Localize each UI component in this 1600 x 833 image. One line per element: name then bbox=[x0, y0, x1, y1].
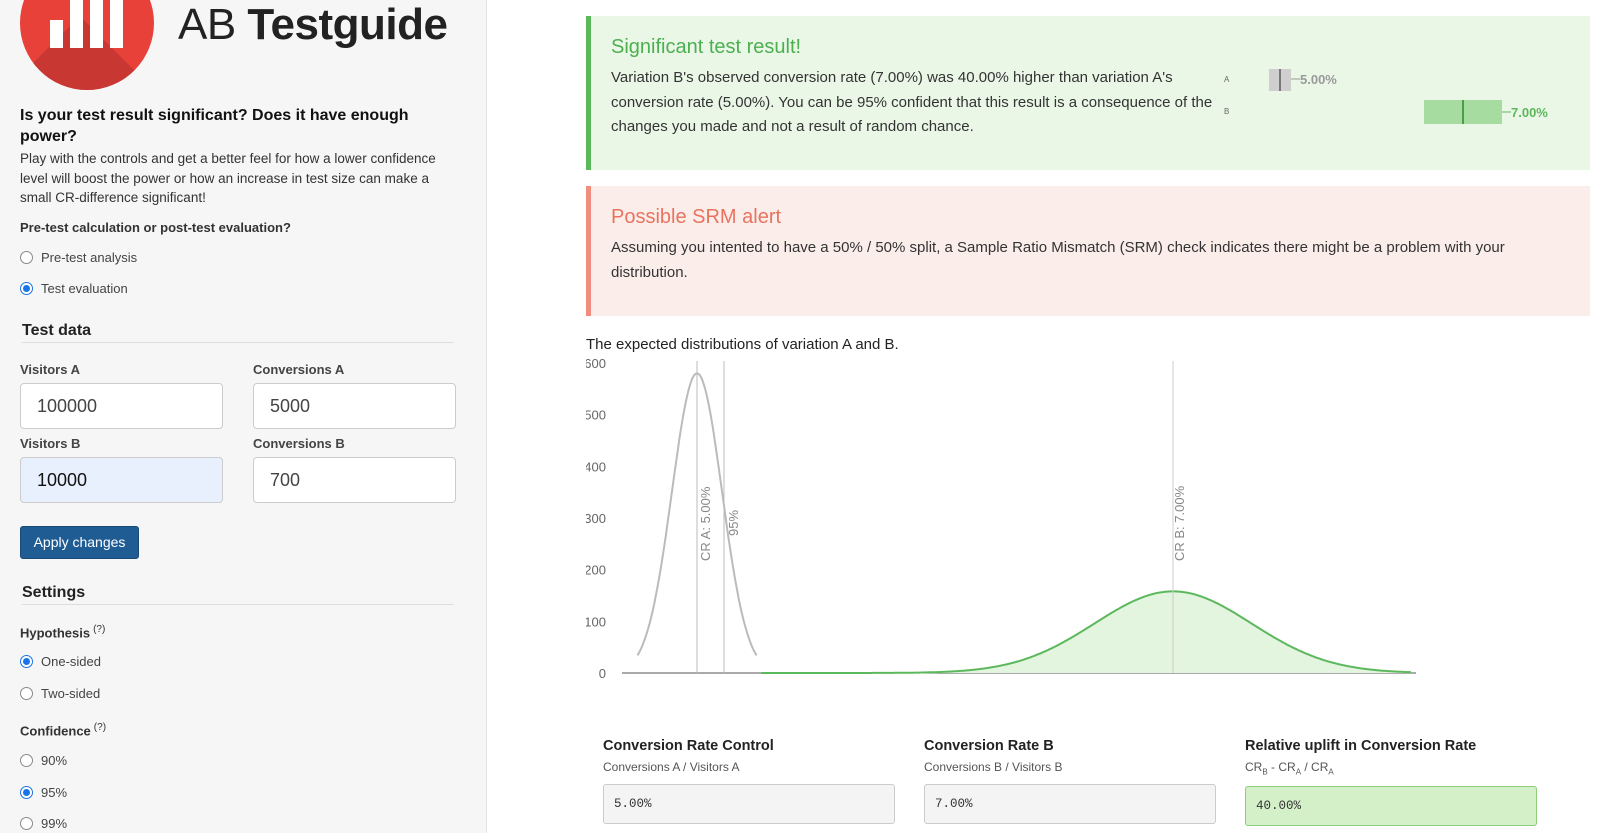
mini-confidence-chart: A 5.00% B 7.00% bbox=[1224, 69, 1548, 124]
mini-label-a: 5.00% bbox=[1300, 72, 1337, 87]
y-tick-label: 600 bbox=[586, 356, 606, 371]
y-axis: 0 100 200 300 400 500 600 bbox=[586, 356, 606, 681]
radio-checked-icon[interactable] bbox=[20, 282, 33, 295]
radio-checked-icon[interactable] bbox=[20, 655, 33, 668]
intro-text: Play with the controls and get a better … bbox=[20, 151, 436, 205]
visitors-a-label: Visitors A bbox=[20, 362, 80, 377]
metric-subtitle: Conversions B / Visitors B bbox=[924, 760, 1063, 774]
test-data-title: Test data bbox=[22, 322, 454, 343]
metric-value-box[interactable]: 5.00% bbox=[603, 784, 895, 824]
mini-row-a-letter: A bbox=[1224, 75, 1230, 84]
hypothesis-label: Hypothesis (?) bbox=[20, 624, 106, 641]
radio-checked-icon[interactable] bbox=[20, 786, 33, 799]
mini-label-b: 7.00% bbox=[1511, 105, 1548, 120]
annotation-95: 95% bbox=[726, 510, 741, 536]
metric-cr-control: Conversion Rate Control Conversions A / … bbox=[603, 738, 895, 824]
apply-changes-button[interactable]: Apply changes bbox=[20, 526, 139, 559]
annotation-cr-b: CR B: 7.00% bbox=[1172, 485, 1187, 561]
srm-alert-title: Possible SRM alert bbox=[611, 206, 782, 228]
conversions-b-label: Conversions B bbox=[253, 436, 345, 451]
logo-title[interactable]: AB Testguide bbox=[178, 0, 448, 50]
metric-title: Conversion Rate Control bbox=[603, 738, 774, 754]
settings-title: Settings bbox=[22, 584, 454, 605]
y-tick-label: 500 bbox=[586, 408, 606, 423]
metric-cr-b: Conversion Rate B Conversions B / Visito… bbox=[924, 738, 1216, 824]
distribution-chart: 0 100 200 300 400 500 600 CR A: 5.00% 95% CR B… bbox=[586, 356, 1416, 681]
radio-pretest[interactable]: Pre-test analysis bbox=[20, 250, 137, 265]
conversions-a-label: Conversions A bbox=[253, 362, 345, 377]
radio-test-evaluation[interactable]: Test evaluation bbox=[20, 281, 128, 296]
hypothesis-help-icon[interactable]: (?) bbox=[93, 624, 105, 635]
radio-circle-icon[interactable] bbox=[20, 754, 33, 767]
metric-title: Relative uplift in Conversion Rate bbox=[1245, 738, 1477, 754]
metric-subtitle: CRB - CRA / CRA bbox=[1245, 760, 1334, 777]
visitors-b-label: Visitors B bbox=[20, 436, 81, 451]
conversions-a-input[interactable]: 5000 bbox=[253, 383, 456, 429]
srm-alert: Possible SRM alert Assuming you intented… bbox=[586, 186, 1590, 316]
metric-value-box[interactable]: 7.00% bbox=[924, 784, 1216, 824]
sidebar: AB Testguide Is your test result signifi… bbox=[0, 0, 487, 833]
confidence-label: Confidence (?) bbox=[20, 722, 107, 739]
radio-circle-icon[interactable] bbox=[20, 817, 33, 830]
mode-question: Pre-test calculation or post-test evalua… bbox=[20, 220, 291, 235]
distribution-caption: The expected distributions of variation … bbox=[586, 336, 899, 353]
radio-confidence-99[interactable]: 99% bbox=[20, 816, 67, 831]
radio-confidence-95[interactable]: 95% bbox=[20, 785, 67, 800]
result-alert-title: Significant test result! bbox=[611, 36, 802, 58]
srm-alert-body: Assuming you intented to have a 50% / 50… bbox=[611, 239, 1505, 281]
metric-title: Conversion Rate B bbox=[924, 738, 1054, 754]
intro-heading: Is your test result significant? Does it… bbox=[20, 107, 409, 145]
logo-icon bbox=[20, 0, 154, 90]
conversions-b-input[interactable]: 700 bbox=[253, 457, 456, 503]
result-alert-body: Variation B's observed conversion rate (… bbox=[611, 69, 1213, 135]
radio-circle-icon[interactable] bbox=[20, 251, 33, 264]
mini-row-b-letter: B bbox=[1224, 107, 1229, 116]
y-tick-label: 200 bbox=[586, 563, 606, 578]
annotation-cr-a: CR A: 5.00% bbox=[698, 486, 713, 561]
radio-confidence-90[interactable]: 90% bbox=[20, 753, 67, 768]
radio-two-sided[interactable]: Two-sided bbox=[20, 686, 100, 701]
metric-subtitle: Conversions A / Visitors A bbox=[603, 760, 740, 774]
y-tick-label: 300 bbox=[586, 511, 606, 526]
y-tick-label: 400 bbox=[586, 459, 606, 474]
area-variation-b bbox=[761, 591, 1411, 673]
visitors-b-input[interactable]: 10000 bbox=[20, 457, 223, 503]
y-tick-label: 100 bbox=[586, 614, 606, 629]
metric-value-box[interactable]: 40.00% bbox=[1245, 786, 1537, 827]
visitors-a-input[interactable]: 100000 bbox=[20, 383, 223, 429]
y-tick-label: 0 bbox=[599, 666, 606, 681]
radio-circle-icon[interactable] bbox=[20, 687, 33, 700]
confidence-help-icon[interactable]: (?) bbox=[94, 722, 106, 733]
metric-relative-uplift: Relative uplift in Conversion Rate CRB -… bbox=[1245, 738, 1537, 827]
radio-one-sided[interactable]: One-sided bbox=[20, 654, 101, 669]
